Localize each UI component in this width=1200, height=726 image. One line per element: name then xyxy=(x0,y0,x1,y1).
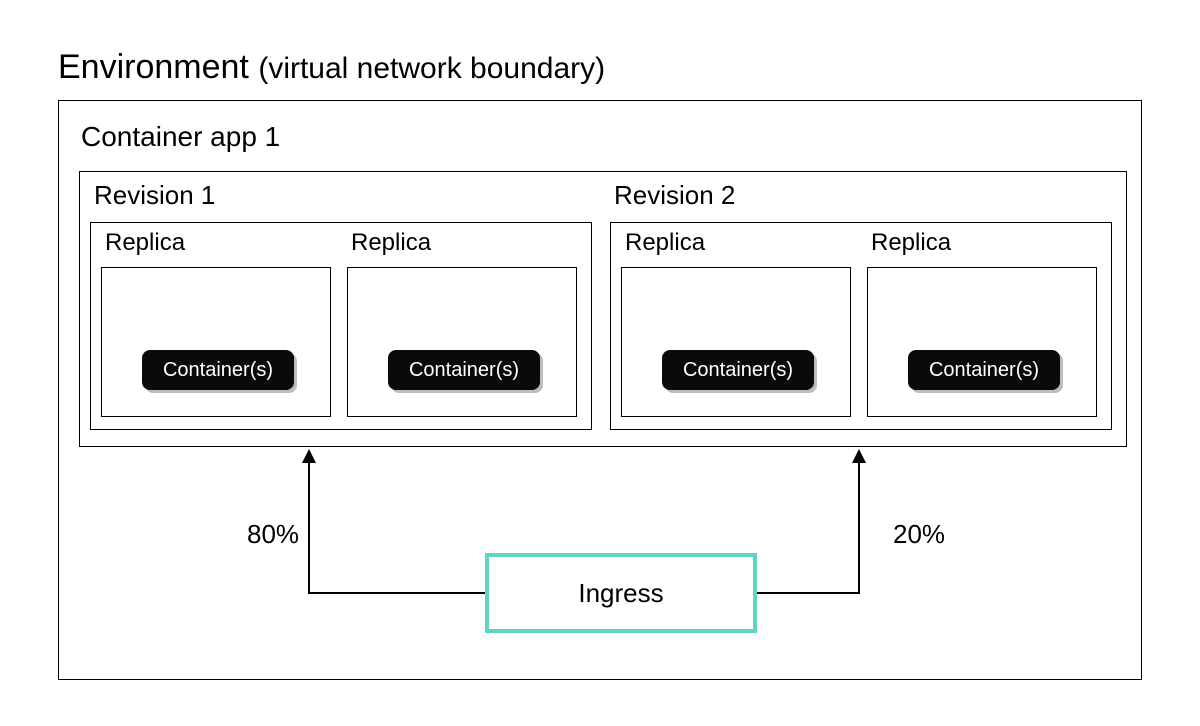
ingress-box: Ingress xyxy=(485,553,757,633)
replica-label: Replica xyxy=(351,229,431,257)
revision-1-label: Revision 1 xyxy=(94,180,215,211)
arrow-head-icon xyxy=(852,449,866,463)
container-app-box: Revision 1 Replica Replica Container(s) … xyxy=(79,171,1127,447)
traffic-percent-rev1: 80% xyxy=(247,519,299,550)
container-pill: Container(s) xyxy=(662,350,814,390)
arrow-head-icon xyxy=(302,449,316,463)
replica-box: Container(s) xyxy=(101,267,331,417)
diagram-title: Environment (virtual network boundary) xyxy=(58,48,605,87)
replica-box: Container(s) xyxy=(621,267,851,417)
title-main: Environment xyxy=(58,48,249,86)
container-pill: Container(s) xyxy=(142,350,294,390)
title-sub: (virtual network boundary) xyxy=(258,52,605,85)
revision-2-label: Revision 2 xyxy=(614,180,735,211)
replica-box: Container(s) xyxy=(867,267,1097,417)
environment-box: Container app 1 Revision 1 Replica Repli… xyxy=(58,100,1142,680)
container-pill: Container(s) xyxy=(388,350,540,390)
revision-2-box: Replica Replica Container(s) Container(s… xyxy=(610,222,1112,430)
revision-1-box: Replica Replica Container(s) Container(s… xyxy=(90,222,592,430)
ingress-label: Ingress xyxy=(578,578,663,609)
replica-label: Replica xyxy=(871,229,951,257)
traffic-percent-rev2: 20% xyxy=(893,519,945,550)
replica-box: Container(s) xyxy=(347,267,577,417)
container-app-label: Container app 1 xyxy=(81,121,280,153)
arrow-to-rev1 xyxy=(309,461,485,593)
replica-label: Replica xyxy=(105,229,185,257)
replica-label: Replica xyxy=(625,229,705,257)
arrow-to-rev2 xyxy=(757,461,859,593)
container-pill: Container(s) xyxy=(908,350,1060,390)
